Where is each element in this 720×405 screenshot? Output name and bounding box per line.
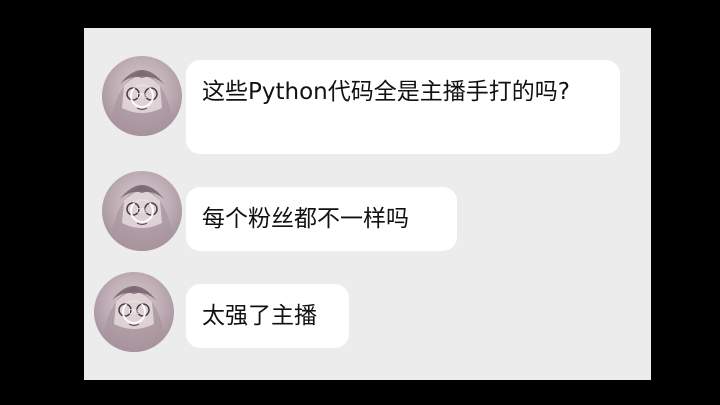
message-bubble: 每个粉丝都不一样吗 (186, 187, 457, 251)
loading-percent: 0% (136, 91, 148, 100)
avatar[interactable]: 0% (102, 171, 182, 251)
loading-spinner-icon: 0% (122, 300, 146, 324)
loading-spinner-icon: 0% (130, 199, 154, 223)
chat-message: 0% 每个粉丝都不一样吗 (100, 171, 480, 255)
chat-message: 0% 这些Python代码全是主播手打的吗? (100, 56, 620, 156)
loading-percent: 0% (128, 307, 140, 316)
message-text: 每个粉丝都不一样吗 (202, 206, 409, 232)
loading-spinner-icon: 0% (130, 84, 154, 108)
chat-message: 0% 太强了主播 (94, 272, 380, 356)
avatar[interactable]: 0% (102, 56, 182, 136)
message-text: 太强了主播 (202, 303, 317, 329)
loading-percent: 0% (136, 206, 148, 215)
message-bubble: 这些Python代码全是主播手打的吗? (186, 60, 620, 154)
message-bubble: 太强了主播 (186, 284, 349, 348)
message-text: 这些Python代码全是主播手打的吗? (202, 79, 570, 105)
avatar[interactable]: 0% (94, 272, 174, 352)
chat-screen: 0% 这些Python代码全是主播手打的吗? 0% 每个粉丝都不一样吗 0% 太… (84, 28, 651, 380)
